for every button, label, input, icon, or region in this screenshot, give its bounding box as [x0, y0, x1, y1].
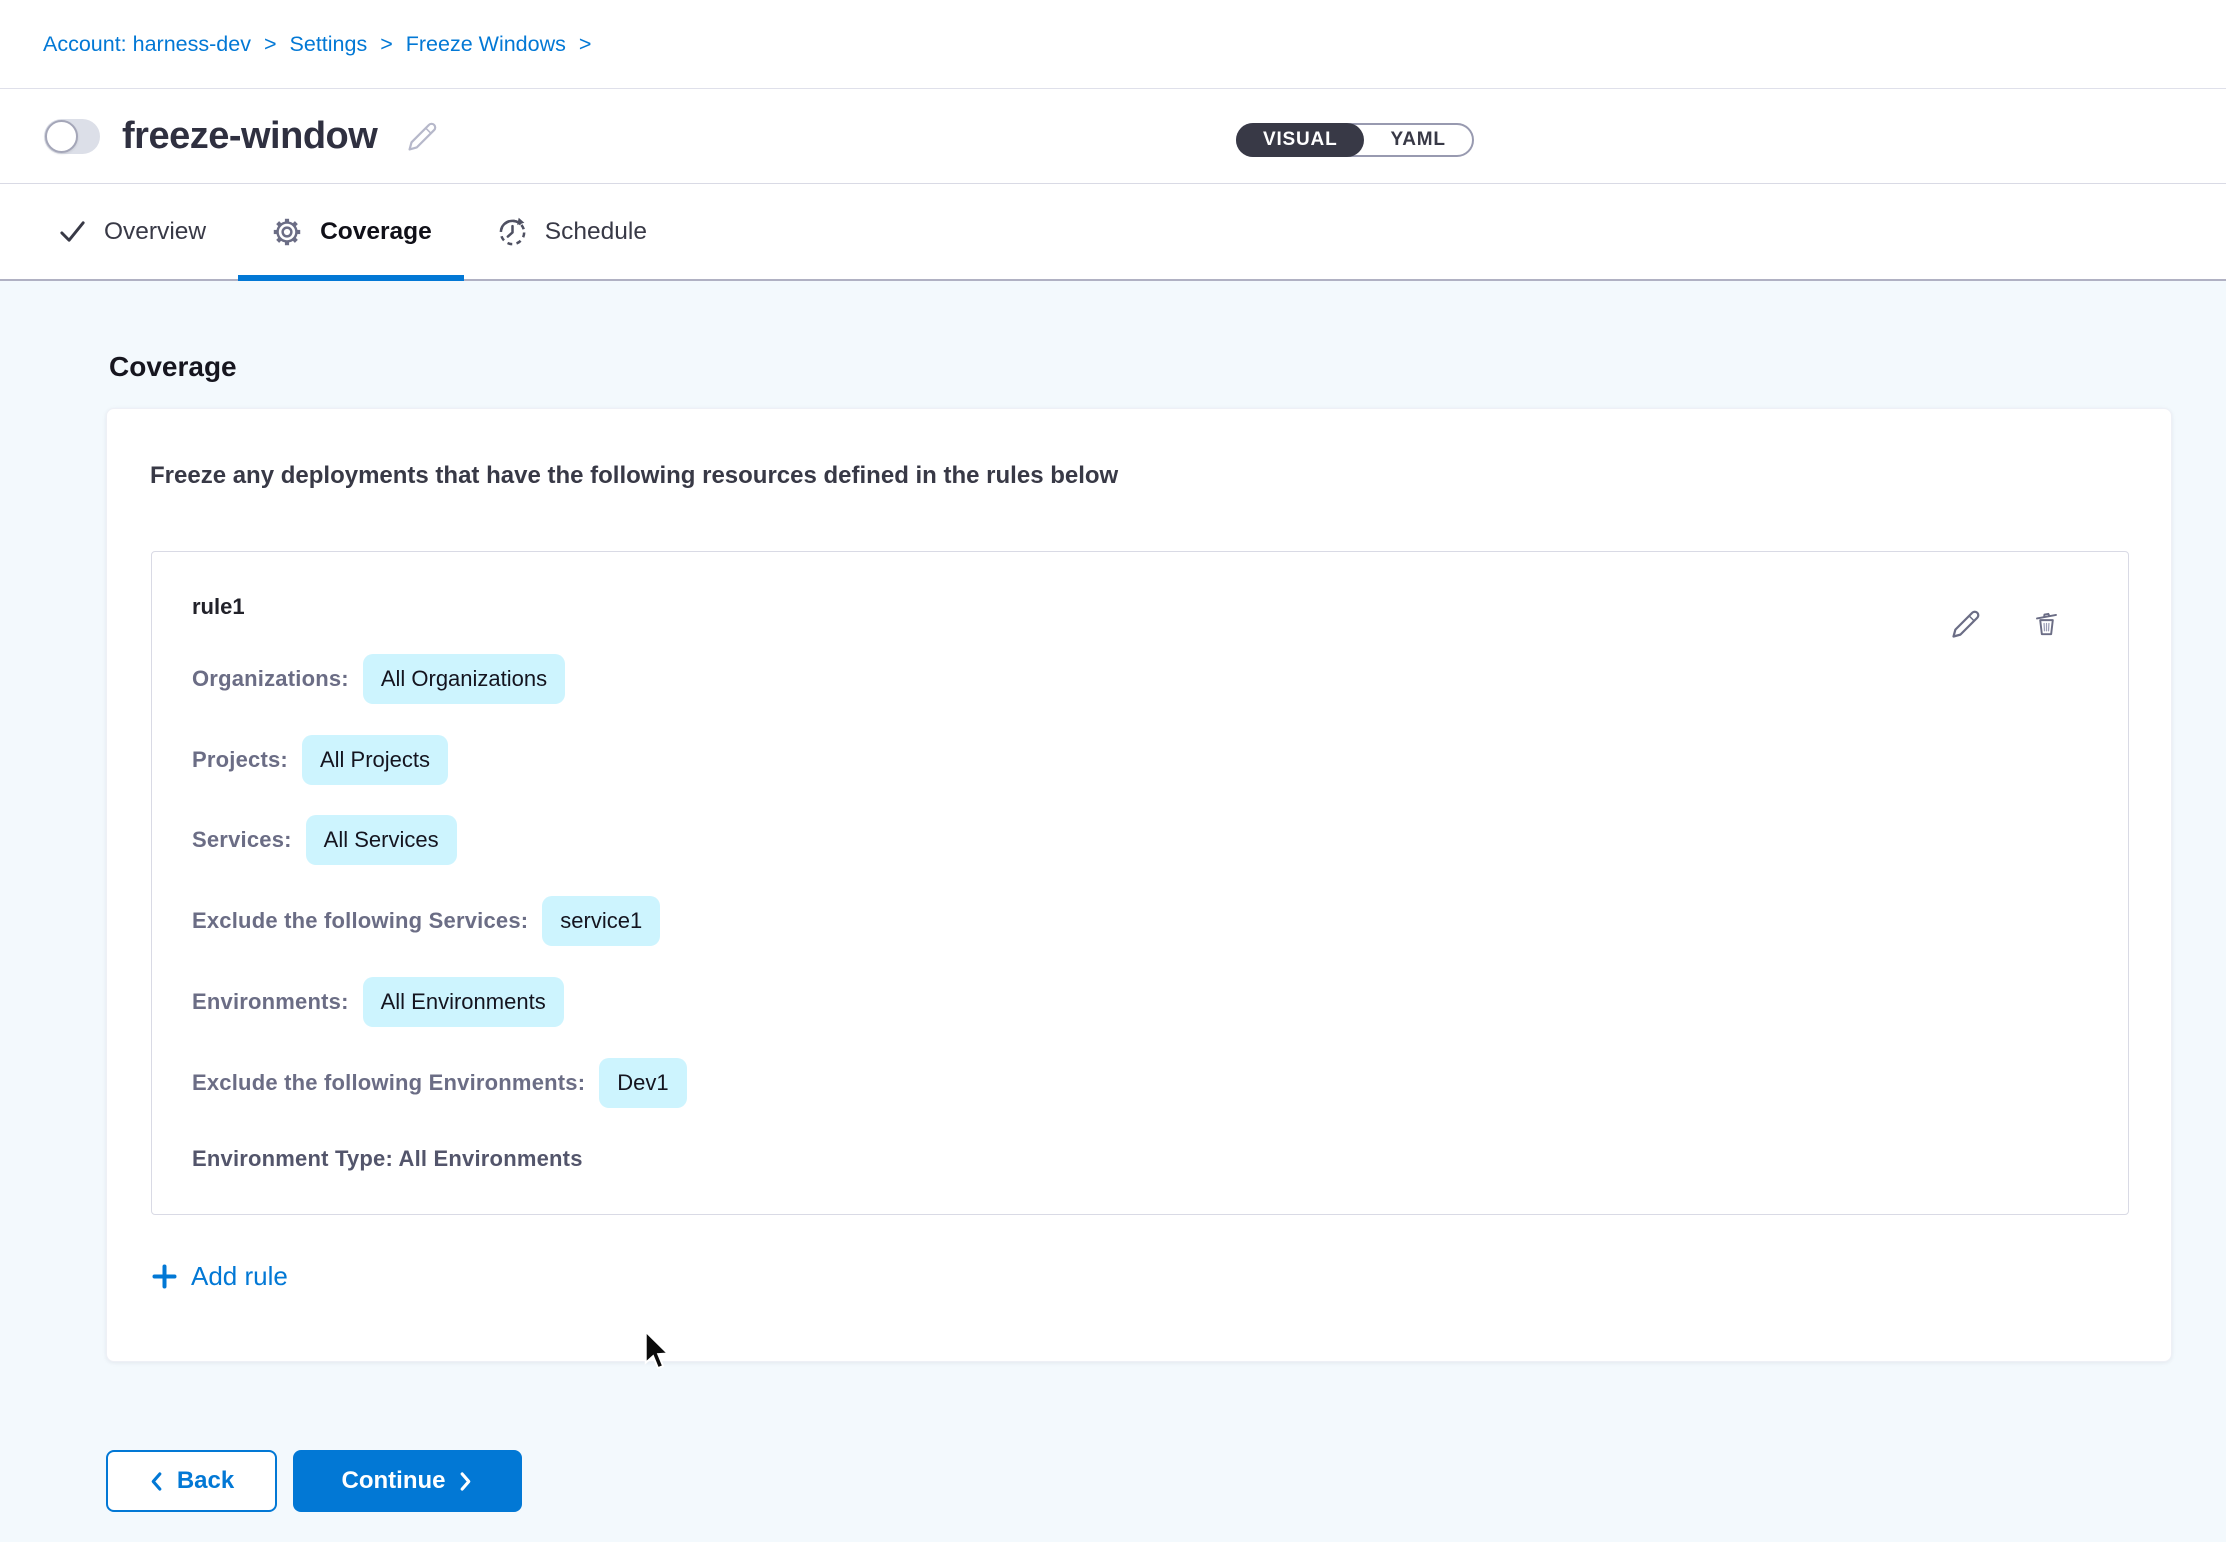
field-value-tag: All Projects: [302, 735, 448, 785]
rule-field-services: Services: All Services: [192, 815, 457, 865]
rule-field-exclude-services: Exclude the following Services: service1: [192, 896, 660, 946]
rule-field-environments: Environments: All Environments: [192, 977, 564, 1027]
field-label: Environments:: [192, 989, 349, 1015]
rule-field-organizations: Organizations: All Organizations: [192, 654, 565, 704]
field-value-tag: service1: [542, 896, 660, 946]
breadcrumb-separator-icon: >: [380, 32, 393, 57]
plus-icon: [151, 1263, 178, 1290]
environment-type-text: Environment Type: All Environments: [192, 1146, 583, 1172]
field-value-tag: All Environments: [363, 977, 564, 1027]
tab-coverage-label: Coverage: [320, 218, 432, 246]
section-title: Coverage: [109, 351, 237, 383]
tab-schedule-label: Schedule: [545, 218, 647, 246]
rule-field-projects: Projects: All Projects: [192, 735, 448, 785]
visual-toggle-button[interactable]: VISUAL: [1236, 123, 1364, 157]
field-label: Organizations:: [192, 666, 349, 692]
continue-button-label: Continue: [342, 1467, 446, 1495]
rule-card: rule1: [151, 551, 2129, 1215]
toggle-knob: [45, 120, 78, 153]
add-rule-button[interactable]: Add rule: [151, 1261, 288, 1292]
visual-yaml-switch: VISUAL YAML: [1236, 123, 1474, 157]
breadcrumb-separator-icon: >: [264, 32, 277, 57]
back-button[interactable]: Back: [106, 1450, 277, 1512]
freeze-enabled-toggle[interactable]: [44, 119, 100, 154]
gear-icon: [270, 215, 304, 249]
field-value-tag: All Services: [306, 815, 457, 865]
field-label: Projects:: [192, 747, 288, 773]
edit-title-pencil-icon[interactable]: [407, 121, 438, 152]
tab-bar: Overview Coverage: [0, 184, 2226, 281]
check-icon: [57, 216, 88, 247]
breadcrumb-settings-link[interactable]: Settings: [290, 32, 368, 57]
breadcrumb-freeze-windows-link[interactable]: Freeze Windows: [406, 32, 566, 57]
field-label: Services:: [192, 827, 292, 853]
page-header: freeze-window VISUAL YAML: [0, 90, 2226, 184]
back-button-label: Back: [177, 1467, 234, 1495]
add-rule-label: Add rule: [191, 1261, 288, 1292]
rule-name: rule1: [192, 594, 245, 620]
tab-overview[interactable]: Overview: [25, 184, 238, 279]
breadcrumb-account-link[interactable]: Account: harness-dev: [43, 32, 251, 57]
coverage-card: Freeze any deployments that have the fol…: [106, 408, 2172, 1362]
rule-field-exclude-environments: Exclude the following Environments: Dev1: [192, 1058, 687, 1108]
tab-schedule[interactable]: Schedule: [464, 184, 679, 279]
yaml-toggle-button[interactable]: YAML: [1364, 125, 1471, 155]
continue-button[interactable]: Continue: [293, 1450, 522, 1512]
chevron-left-icon: [149, 1470, 164, 1493]
page-title: freeze-window: [122, 115, 377, 158]
tab-coverage[interactable]: Coverage: [238, 184, 464, 279]
breadcrumb-separator-icon: >: [579, 32, 592, 57]
field-label: Exclude the following Environments:: [192, 1070, 585, 1096]
edit-rule-pencil-icon[interactable]: [1951, 609, 1981, 639]
tab-overview-label: Overview: [104, 218, 206, 246]
rule-actions: [1951, 608, 2062, 639]
content-area: Coverage Freeze any deployments that hav…: [0, 281, 2226, 1542]
clock-schedule-icon: [496, 215, 529, 248]
breadcrumb: Account: harness-dev > Settings > Freeze…: [0, 0, 2226, 89]
field-value-tag: All Organizations: [363, 654, 565, 704]
field-value-tag: Dev1: [599, 1058, 686, 1108]
coverage-description: Freeze any deployments that have the fol…: [150, 462, 1118, 490]
field-label: Exclude the following Services:: [192, 908, 528, 934]
freeze-window-page: Account: harness-dev > Settings > Freeze…: [0, 0, 2226, 1542]
delete-rule-trash-icon[interactable]: [2031, 608, 2062, 639]
chevron-right-icon: [458, 1470, 473, 1493]
